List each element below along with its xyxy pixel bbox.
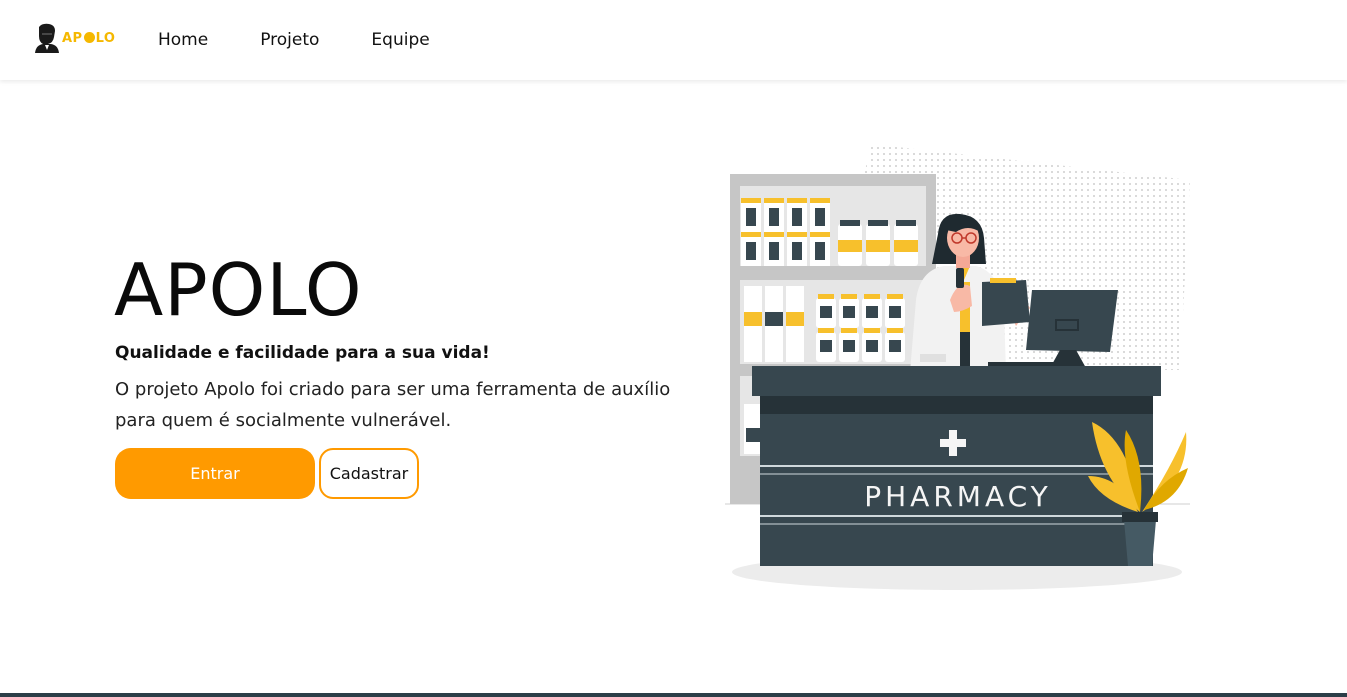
hero-title: APOLO bbox=[114, 248, 363, 332]
nav-projeto[interactable]: Projeto bbox=[260, 30, 319, 50]
pharmacy-counter: PHARMACY bbox=[752, 366, 1161, 566]
logo-sun-dot bbox=[83, 31, 95, 43]
nav-equipe[interactable]: Equipe bbox=[371, 30, 429, 50]
bearded-man-icon bbox=[35, 23, 59, 53]
hero-description: O projeto Apolo foi criado para ser uma … bbox=[115, 379, 671, 431]
entrar-button[interactable]: Entrar bbox=[115, 448, 315, 499]
pharmacy-illustration: PHARMACY bbox=[720, 140, 1200, 600]
cadastrar-button[interactable]: Cadastrar bbox=[319, 448, 419, 499]
logo-wordmark: AP LO bbox=[62, 30, 116, 46]
hero-subtitle: Qualidade e facilidade para a sua vida! bbox=[115, 343, 490, 363]
bottom-edge-bar bbox=[0, 693, 1347, 697]
apolo-logo[interactable]: AP LO bbox=[33, 22, 115, 54]
main-nav: Home Projeto Equipe bbox=[158, 0, 482, 80]
nav-home[interactable]: Home bbox=[158, 30, 208, 50]
pharmacy-sign: PHARMACY bbox=[864, 480, 1052, 513]
top-navbar: AP LO Home Projeto Equipe bbox=[0, 0, 1347, 80]
